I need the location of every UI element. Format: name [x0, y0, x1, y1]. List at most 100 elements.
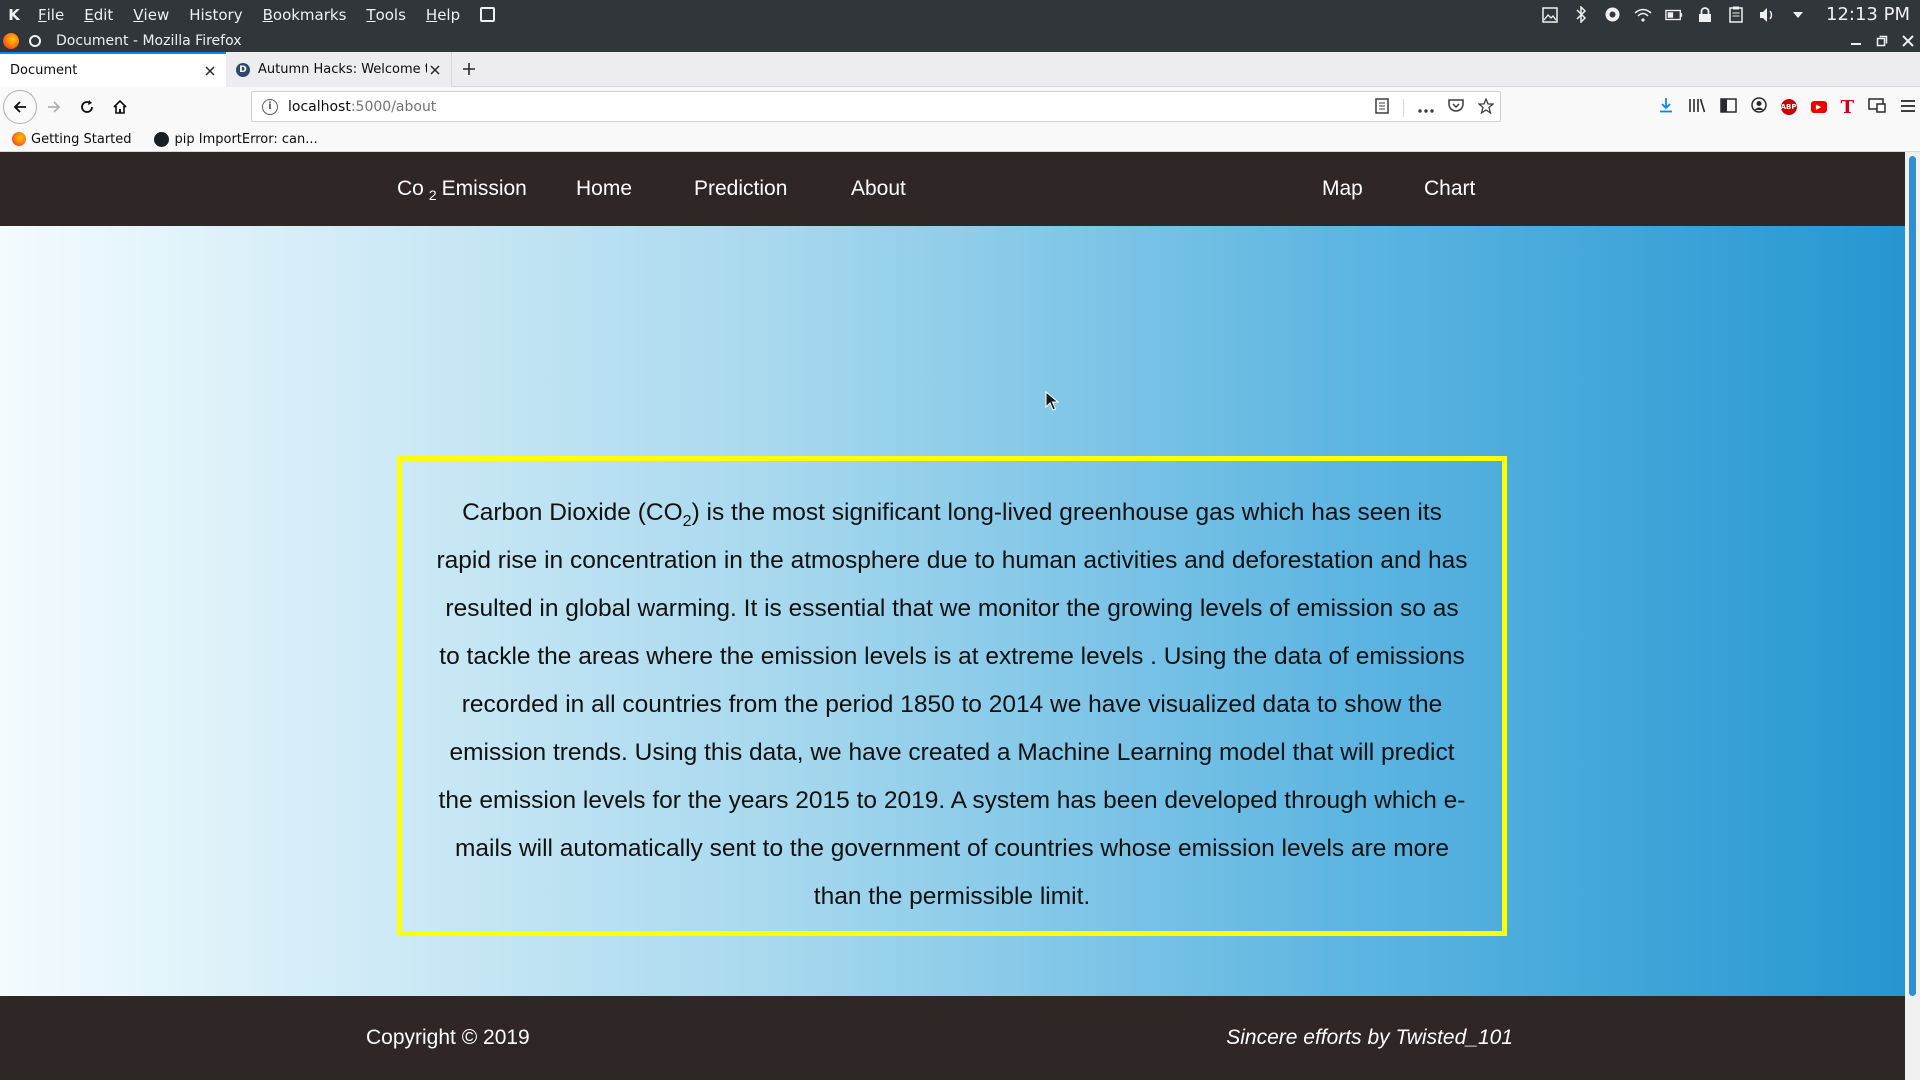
about-section: Carbon Dioxide (CO2) is the most signifi… — [0, 226, 1905, 996]
bookmark-label: Getting Started — [31, 131, 132, 147]
url-actions — [1375, 92, 1495, 123]
minimize-icon[interactable] — [1848, 33, 1864, 49]
mouse-cursor-icon — [1045, 391, 1059, 411]
close-window-icon[interactable] — [1900, 33, 1916, 49]
clock[interactable]: 12:13 PM — [1826, 4, 1910, 25]
vpn-icon[interactable] — [1603, 6, 1621, 24]
toolbar-right: ABP ▶ T — [1658, 87, 1916, 127]
text-extension-icon[interactable]: T — [1841, 97, 1854, 118]
about-co2-subscript: 2 — [682, 512, 692, 530]
about-text-part2: ) is the most significant long-lived gre… — [436, 499, 1468, 910]
close-icon[interactable] — [202, 63, 218, 79]
reader-view-icon[interactable] — [1375, 97, 1389, 118]
system-tray: 12:13 PM — [1541, 0, 1920, 29]
wifi-icon[interactable] — [1634, 6, 1652, 24]
tab-document[interactable]: Document — [0, 52, 226, 87]
navigation-toolbar: i localhost:5000/about ABP ▶ T — [0, 87, 1920, 127]
lock-icon[interactable] — [1696, 6, 1714, 24]
scrollbar-thumb[interactable] — [1909, 156, 1916, 996]
downloads-icon[interactable] — [1658, 97, 1674, 117]
window-title-bar[interactable]: Document - Mozilla Firefox — [0, 29, 1920, 52]
new-tab-button[interactable] — [452, 52, 486, 86]
volume-icon[interactable] — [1758, 6, 1776, 24]
adblock-icon[interactable]: ABP — [1780, 99, 1797, 115]
brand-subscript: 2 — [428, 187, 437, 203]
github-icon — [153, 131, 169, 147]
url-host: localhost — [288, 98, 351, 115]
menu-view[interactable]: View — [123, 0, 179, 29]
account-icon[interactable] — [1750, 97, 1767, 117]
brand-suffix: Emission — [441, 177, 527, 200]
about-paragraph: Carbon Dioxide (CO2) is the most signifi… — [432, 489, 1472, 921]
nav-link-home[interactable]: Home — [576, 152, 632, 226]
tray-expand-icon[interactable] — [1789, 6, 1807, 24]
page-actions-icon[interactable] — [1418, 99, 1434, 117]
url-path: :5000/about — [350, 98, 437, 115]
back-button[interactable] — [3, 90, 37, 124]
menu-help-label: elp — [437, 5, 461, 24]
tab-autumn-hacks[interactable]: D Autumn Hacks: Welcome t — [226, 52, 452, 87]
menu-help-mnemonic: H — [425, 5, 438, 24]
reload-button[interactable] — [71, 91, 103, 123]
nav-link-about[interactable]: About — [851, 152, 906, 226]
tab-label: Autumn Hacks: Welcome t — [258, 62, 427, 77]
window-title: Document - Mozilla Firefox — [56, 32, 242, 49]
battery-icon[interactable] — [1665, 6, 1683, 24]
menu-view-label: iew — [143, 5, 170, 24]
menu-file-label: ile — [46, 5, 65, 24]
tab-strip: Document D Autumn Hacks: Welcome t — [0, 52, 1920, 87]
nav-link-map[interactable]: Map — [1322, 152, 1363, 226]
url-bar[interactable]: i localhost:5000/about — [251, 91, 1501, 122]
menu-edit-mnemonic: E — [84, 5, 94, 24]
page-scrollbar[interactable] — [1905, 152, 1920, 1080]
bookmark-getting-started[interactable]: Getting Started — [12, 132, 132, 147]
youtube-extension-icon[interactable]: ▶ — [1810, 101, 1827, 113]
bookmark-star-icon[interactable] — [1477, 96, 1495, 118]
menu-bookmarks-mnemonic: B — [262, 5, 273, 24]
menu-tools-label: ools — [375, 5, 406, 24]
desktop-top-panel: K File Edit View History Bookmarks Tools… — [0, 0, 1920, 29]
menu-tools[interactable]: Tools — [356, 0, 416, 29]
kde-launcher-icon[interactable]: K — [0, 0, 28, 29]
site-info-icon[interactable]: i — [262, 98, 278, 115]
menu-file-mnemonic: F — [38, 5, 47, 24]
pin-icon[interactable] — [29, 34, 41, 47]
site-footer: Copyright © 2019 Sincere efforts by Twis… — [0, 996, 1905, 1080]
nav-link-prediction[interactable]: Prediction — [694, 152, 787, 226]
menu-bookmarks[interactable]: Bookmarks — [253, 0, 357, 29]
footer-copyright: Copyright © 2019 — [366, 1026, 530, 1049]
clipboard-icon[interactable] — [1727, 6, 1745, 24]
menu-history[interactable]: History — [179, 0, 252, 29]
forward-button[interactable] — [38, 91, 70, 123]
synced-tabs-icon[interactable] — [1868, 97, 1886, 117]
site-navbar: Co 2 Emission Home Prediction About Map Ch… — [0, 152, 1905, 226]
menu-edit[interactable]: Edit — [74, 0, 123, 29]
restore-icon[interactable] — [1874, 33, 1890, 49]
page-viewport: Co 2 Emission Home Prediction About Map Ch… — [0, 152, 1905, 1080]
panel-window-icon[interactable] — [480, 7, 496, 22]
brand-link[interactable]: Co 2 Emission — [397, 152, 527, 226]
url-actions-divider — [1403, 98, 1404, 117]
tab-label: Document — [10, 63, 78, 78]
about-text-part1: Carbon Dioxide (CO — [462, 499, 683, 526]
menu-file[interactable]: File — [28, 0, 74, 29]
bluetooth-icon[interactable] — [1572, 6, 1590, 24]
pocket-icon[interactable] — [1448, 98, 1464, 117]
hamburger-menu-icon[interactable] — [1900, 98, 1916, 117]
library-icon[interactable] — [1688, 97, 1706, 117]
image-icon[interactable] — [1541, 6, 1559, 24]
home-button[interactable] — [104, 91, 136, 123]
sidebar-icon[interactable] — [1719, 97, 1737, 117]
bookmark-label: pip ImportError: can... — [174, 131, 318, 147]
close-icon[interactable] — [427, 62, 443, 78]
bookmark-pip-importerror[interactable]: pip ImportError: can... — [144, 131, 318, 147]
menu-tools-mnemonic: T — [366, 5, 376, 24]
firefox-icon — [12, 132, 26, 146]
bookmarks-bar: Getting Started pip ImportError: can... — [0, 127, 1920, 152]
firefox-icon — [3, 32, 19, 49]
menu-edit-label: dit — [93, 5, 114, 24]
about-text-box: Carbon Dioxide (CO2) is the most signifi… — [397, 456, 1507, 936]
nav-link-chart[interactable]: Chart — [1424, 152, 1475, 226]
window-controls — [1848, 29, 1916, 52]
menu-help[interactable]: Help — [416, 0, 470, 29]
